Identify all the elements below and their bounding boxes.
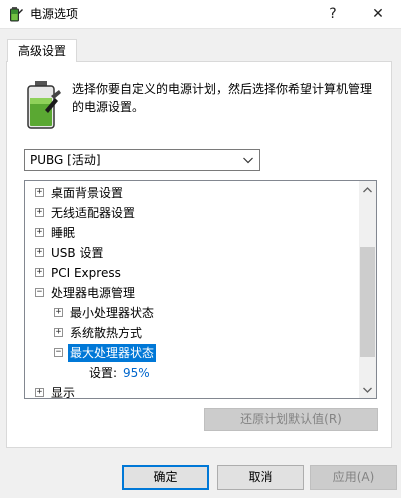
close-button[interactable]: ✕ [355, 0, 401, 28]
tree-item-display[interactable]: + 显示 [25, 383, 361, 398]
expand-icon[interactable]: + [35, 388, 44, 397]
tree-item-label-selected[interactable]: 最大处理器状态 [68, 344, 157, 362]
help-button[interactable]: ? [310, 0, 356, 28]
tree-item-label[interactable]: 最小处理器状态 [70, 305, 154, 321]
expand-icon[interactable]: + [35, 188, 44, 197]
window-title: 电源选项 [30, 7, 79, 21]
tree-item-usb[interactable]: + USB 设置 [25, 243, 361, 263]
tree-item-label[interactable]: 桌面背景设置 [51, 185, 123, 201]
collapse-icon[interactable]: − [54, 348, 63, 357]
tree-item-label[interactable]: PCI Express [51, 265, 121, 281]
tree-item-max-processor-state[interactable]: − 最大处理器状态 [25, 343, 361, 363]
setting-label: 设置: [89, 366, 118, 380]
setting-value-link[interactable]: 95% [123, 365, 150, 381]
tree-item-pci-express[interactable]: + PCI Express [25, 263, 361, 283]
tree-item-setting-value[interactable]: 设置: 95% [25, 363, 361, 383]
tree-item-min-processor-state[interactable]: + 最小处理器状态 [25, 303, 361, 323]
scrollbar-thumb[interactable] [360, 247, 375, 357]
tab-advanced-settings[interactable]: 高级设置 [7, 39, 77, 62]
expand-icon[interactable]: + [35, 228, 44, 237]
tree-item-cooling-policy[interactable]: + 系统散热方式 [25, 323, 361, 343]
tree-item-label[interactable]: 显示 [51, 385, 75, 398]
scroll-down-button[interactable] [359, 381, 376, 398]
title-bar[interactable]: 电源选项 ? ✕ [0, 0, 401, 29]
apply-button[interactable]: 应用(A) [310, 465, 397, 490]
restore-defaults-button[interactable]: 还原计划默认值(R) [204, 408, 378, 431]
tree-item-processor-power[interactable]: − 处理器电源管理 [25, 283, 361, 303]
power-plan-value: PUBG [活动] [30, 153, 101, 167]
expand-icon[interactable]: + [54, 328, 63, 337]
tree-item-label[interactable]: 系统散热方式 [70, 325, 142, 341]
scroll-down-arrow-icon [363, 387, 372, 393]
battery-power-icon [10, 7, 23, 22]
close-icon: ✕ [372, 6, 384, 22]
power-plan-dropdown[interactable]: PUBG [活动] [24, 149, 260, 171]
battery-power-icon [27, 81, 61, 129]
tree-item-wireless-adapter[interactable]: + 无线适配器设置 [25, 203, 361, 223]
tree-item-desktop-background[interactable]: + 桌面背景设置 [25, 183, 361, 203]
expand-icon[interactable]: + [54, 308, 63, 317]
expand-icon[interactable]: + [35, 248, 44, 257]
tree-item-label[interactable]: USB 设置 [51, 245, 103, 261]
scroll-up-arrow-icon [363, 186, 372, 192]
cancel-button[interactable]: 取消 [217, 465, 304, 490]
expand-icon[interactable]: + [35, 268, 44, 277]
expand-icon[interactable]: + [35, 208, 44, 217]
collapse-icon[interactable]: − [35, 288, 44, 297]
tree-scrollbar[interactable] [359, 181, 376, 398]
tree-item-label[interactable]: 处理器电源管理 [51, 285, 135, 301]
ok-button[interactable]: 确定 [122, 465, 209, 490]
tree-item-label[interactable]: 无线适配器设置 [51, 205, 135, 221]
tree-item-label[interactable]: 睡眠 [51, 225, 75, 241]
chevron-down-icon [243, 157, 253, 164]
tree-item-sleep[interactable]: + 睡眠 [25, 223, 361, 243]
scroll-up-button[interactable] [359, 181, 376, 198]
settings-tree[interactable]: + 桌面背景设置 + 无线适配器设置 + 睡眠 + USB 设置 + PCI E… [24, 180, 377, 399]
description-text: 选择你要自定义的电源计划，然后选择你希望计算机管理的电源设置。 [72, 82, 373, 114]
